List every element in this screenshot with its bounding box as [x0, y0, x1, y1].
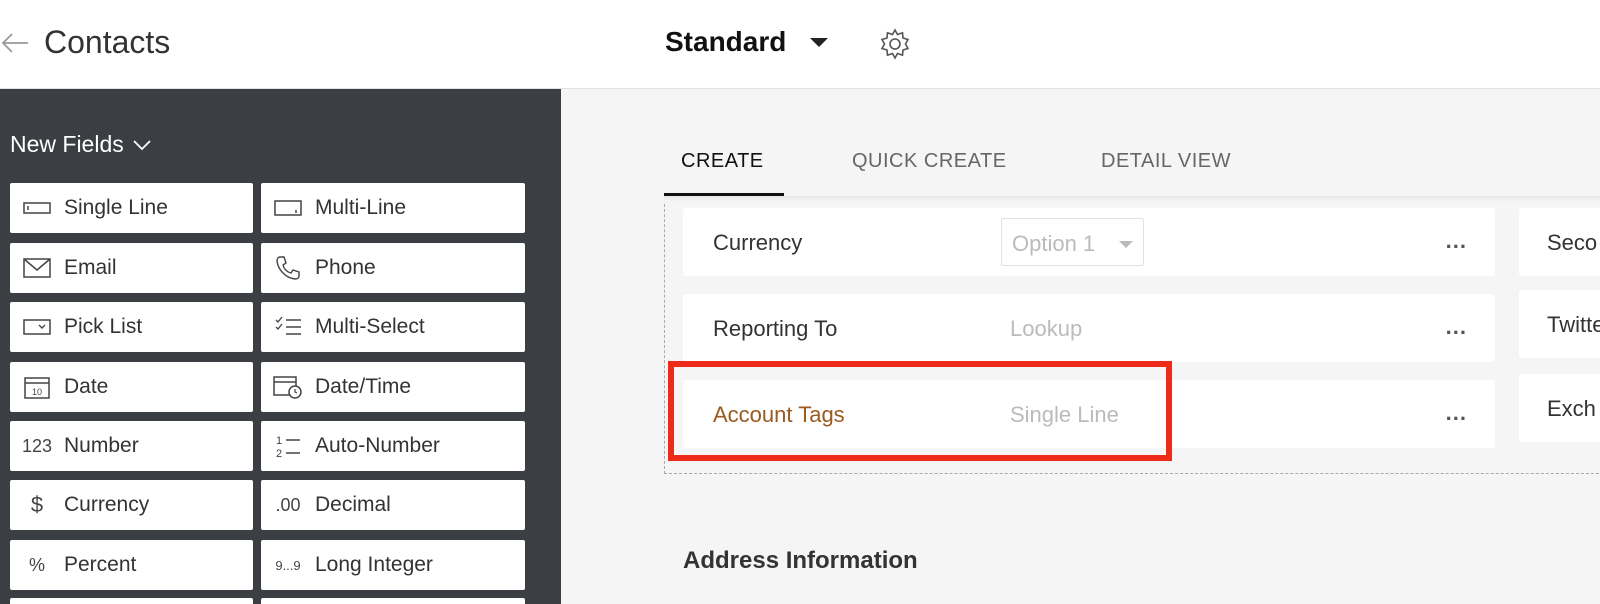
highlight-box: [668, 361, 1172, 461]
multi-select-icon: [261, 316, 315, 338]
chevron-down-icon: [133, 139, 151, 150]
more-options-button[interactable]: ...: [1446, 314, 1467, 340]
svg-text:2: 2: [276, 448, 282, 459]
page-title: Contacts: [44, 24, 171, 60]
chevron-down-icon: [1119, 241, 1133, 248]
tabs-divider: [664, 196, 1600, 202]
field-date[interactable]: 10 Date: [10, 362, 253, 412]
tab-create[interactable]: CREATE: [681, 150, 764, 173]
svg-text:10: 10: [32, 387, 42, 397]
email-icon: [10, 258, 64, 278]
field-label: Seco: [1547, 230, 1598, 255]
layout-selector[interactable]: Standard: [665, 26, 786, 58]
field-label: Currency: [713, 230, 803, 255]
field-row-right[interactable]: Twitte: [1519, 290, 1600, 358]
date-time-icon: [261, 374, 315, 400]
auto-number-icon: 12: [261, 433, 315, 459]
field-percent[interactable]: % Percent: [10, 540, 253, 590]
phone-icon: [261, 255, 315, 281]
gear-icon[interactable]: [878, 27, 912, 61]
field-row-reporting-to[interactable]: Reporting To Lookup ...: [683, 294, 1495, 362]
field-phone[interactable]: Phone: [261, 243, 525, 293]
more-options-button[interactable]: ...: [1446, 400, 1467, 426]
field-currency[interactable]: $ Currency: [10, 480, 253, 530]
field-auto-number[interactable]: 12 Auto-Number: [261, 421, 525, 471]
field-email[interactable]: Email: [10, 243, 253, 293]
currency-icon: $: [30, 492, 44, 517]
more-options-button[interactable]: ...: [1446, 228, 1467, 254]
field-multi-select[interactable]: Multi-Select: [261, 302, 525, 352]
field-date-time[interactable]: Date/Time: [261, 362, 525, 412]
field-label: Twitte: [1547, 312, 1600, 337]
svg-text:1: 1: [276, 435, 282, 447]
long-integer-icon: 9...9: [275, 557, 301, 573]
field-partial[interactable]: [10, 598, 253, 604]
pick-list-icon: [10, 319, 64, 335]
field-partial[interactable]: [261, 598, 525, 604]
field-label: Exch: [1547, 396, 1596, 421]
field-row-right[interactable]: Seco: [1519, 208, 1600, 276]
multi-line-icon: [261, 200, 315, 216]
new-fields-title: New Fields: [10, 131, 124, 157]
field-number[interactable]: 123 Number: [10, 421, 253, 471]
section-title: Address Information: [683, 547, 918, 574]
tab-detail-view[interactable]: DETAIL VIEW: [1101, 150, 1231, 173]
field-single-line[interactable]: Single Line: [10, 183, 253, 233]
tab-quick-create[interactable]: QUICK CREATE: [852, 150, 1007, 173]
field-type-placeholder: Lookup: [1010, 316, 1083, 341]
percent-icon: %: [28, 554, 45, 575]
top-bar: Contacts Standard: [0, 0, 1600, 89]
field-label: Reporting To: [713, 316, 838, 341]
field-pick-list[interactable]: Pick List: [10, 302, 253, 352]
number-icon: 123: [21, 435, 53, 456]
field-multi-line[interactable]: Multi-Line: [261, 183, 525, 233]
currency-select[interactable]: Option 1: [1001, 218, 1144, 266]
back-arrow-icon[interactable]: [0, 28, 30, 58]
field-decimal[interactable]: .00 Decimal: [261, 480, 525, 530]
field-row-currency[interactable]: Currency Option 1 ...: [683, 208, 1495, 276]
chevron-down-icon[interactable]: [810, 38, 828, 47]
decimal-icon: .00: [275, 494, 301, 515]
field-row-right[interactable]: Exch: [1519, 374, 1600, 442]
field-long-integer[interactable]: 9...9 Long Integer: [261, 540, 525, 590]
date-icon: 10: [10, 375, 64, 399]
single-line-icon: [10, 201, 64, 215]
new-fields-dropdown[interactable]: New Fields: [10, 131, 152, 158]
